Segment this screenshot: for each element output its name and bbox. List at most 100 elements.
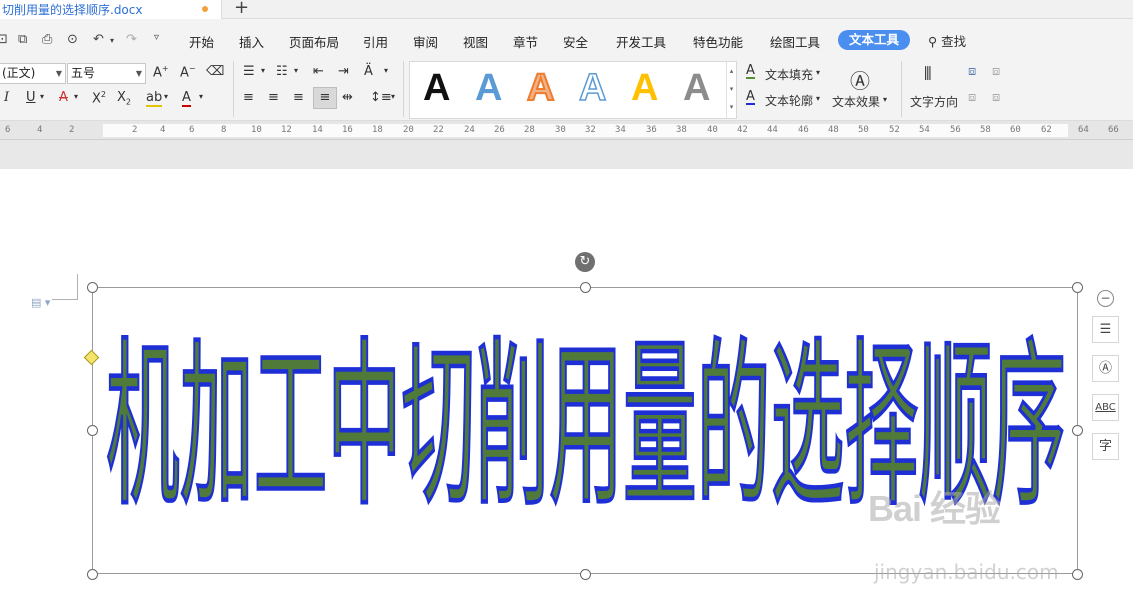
clear-format-icon[interactable]: ⌫ <box>206 64 224 79</box>
numbered-list-icon[interactable]: ☷ <box>276 64 288 79</box>
strikethrough-dropdown-icon[interactable]: ▾ <box>74 92 78 101</box>
text-style-gray[interactable]: A <box>683 67 710 110</box>
highlight-dropdown-icon[interactable]: ▾ <box>164 92 168 101</box>
text-direction-icon[interactable]: Ä <box>364 64 373 79</box>
collapse-tools-button[interactable]: − <box>1097 290 1114 307</box>
search-icon: ⚲ <box>928 34 942 49</box>
align-center-icon[interactable]: ≡ <box>268 90 279 105</box>
text-style-side-icon[interactable]: Ⓐ <box>1092 355 1119 382</box>
char-spacing-icon[interactable]: 字 <box>1092 433 1119 460</box>
undo-icon[interactable]: ↶ <box>93 32 104 47</box>
separator <box>233 61 234 117</box>
line-spacing-dropdown-icon[interactable]: ▾ <box>391 92 395 101</box>
decrease-indent-icon[interactable]: ⇤ <box>313 64 324 79</box>
subscript-icon[interactable]: X2 <box>117 90 131 107</box>
text-fill-button[interactable]: 文本填充 <box>765 66 813 83</box>
menu-insert[interactable]: 插入 <box>239 32 264 51</box>
font-color-dropdown-icon[interactable]: ▾ <box>199 92 203 101</box>
resize-handle-bottom[interactable] <box>580 569 591 580</box>
strikethrough-icon[interactable]: A <box>59 90 68 105</box>
font-family-select[interactable]: (正文) ▼ <box>0 63 66 84</box>
horizontal-ruler[interactable]: 6 4 2 2 4 6 8 10 12 14 16 18 20 22 24 26… <box>0 121 1133 140</box>
menu-row: ⊡ ⧉ ⎙ ⊙ ↶ ▾ ↷ ▿ 开始 插入 页面布局 引用 审阅 视图 章节 安… <box>0 19 1133 59</box>
menu-features[interactable]: 特色功能 <box>693 32 743 51</box>
superscript-icon[interactable]: X2 <box>92 90 106 106</box>
grow-font-icon[interactable]: A+ <box>153 64 169 80</box>
menu-drawing-tools[interactable]: 绘图工具 <box>770 32 820 51</box>
preview-icon[interactable]: ⊙ <box>67 32 78 47</box>
text-fill-dropdown-icon[interactable]: ▾ <box>816 68 820 77</box>
prev-textbox-icon[interactable]: ⧈ <box>968 90 976 105</box>
menu-review[interactable]: 审阅 <box>413 32 438 51</box>
text-direction-vertical-icon[interactable]: ⫴ <box>924 64 932 85</box>
ruler-tick: 58 <box>980 125 991 135</box>
redo-icon[interactable]: ↷ <box>126 32 137 47</box>
text-outline-button[interactable]: 文本轮廓 <box>765 92 813 109</box>
highlight-icon[interactable]: ab <box>146 90 163 107</box>
numbered-list-dropdown-icon[interactable]: ▾ <box>294 66 298 75</box>
text-fill-icon[interactable]: A <box>746 64 755 79</box>
text-effect-button[interactable]: 文本效果 <box>832 93 880 110</box>
menu-view[interactable]: 视图 <box>463 32 488 51</box>
text-style-orange-outline[interactable]: A <box>526 66 555 110</box>
bullet-list-icon[interactable]: ☰ <box>243 64 255 79</box>
resize-handle-top-right[interactable] <box>1072 282 1083 293</box>
align-justify-icon[interactable]: ≡ <box>313 87 337 109</box>
resize-handle-left[interactable] <box>87 425 98 436</box>
distribute-icon[interactable]: ⇹ <box>342 90 353 105</box>
undo-dropdown-icon[interactable]: ▾ <box>110 36 114 45</box>
bullet-list-dropdown-icon[interactable]: ▾ <box>261 66 265 75</box>
resize-handle-top[interactable] <box>580 282 591 293</box>
text-outline-dropdown-icon[interactable]: ▾ <box>816 94 820 103</box>
menu-text-tools[interactable]: 文本工具 <box>838 30 910 50</box>
resize-handle-right[interactable] <box>1072 425 1083 436</box>
underline-icon[interactable]: U <box>26 90 36 105</box>
resize-handle-bottom-left[interactable] <box>87 569 98 580</box>
menu-page-layout[interactable]: 页面布局 <box>289 32 339 51</box>
menu-references[interactable]: 引用 <box>363 32 388 51</box>
menu-security[interactable]: 安全 <box>563 32 588 51</box>
spell-check-icon[interactable]: ABC <box>1092 394 1119 421</box>
shrink-font-icon[interactable]: A− <box>180 64 196 80</box>
font-size-select[interactable]: 五号 ▼ <box>67 63 146 84</box>
text-direction-button[interactable]: 文字方向 <box>910 93 958 110</box>
align-right-icon[interactable]: ≡ <box>293 90 304 105</box>
ruler-tick: 4 <box>37 125 43 135</box>
ruler-tick: 18 <box>372 125 383 135</box>
resize-handle-top-left[interactable] <box>87 282 98 293</box>
resize-handle-bottom-right[interactable] <box>1072 569 1083 580</box>
underline-dropdown-icon[interactable]: ▾ <box>40 92 44 101</box>
print-preview-icon[interactable]: ⧉ <box>18 32 27 47</box>
align-left-icon[interactable]: ≡ <box>243 90 254 105</box>
break-link-icon[interactable]: ⧈ <box>992 64 1000 79</box>
text-style-blue[interactable]: A <box>475 67 502 110</box>
print-icon[interactable]: ⎙ <box>42 32 52 47</box>
document-tab[interactable]: 切削用量的选择顺序.docx <box>0 0 222 19</box>
next-textbox-icon[interactable]: ⧈ <box>992 90 1000 105</box>
font-color-icon[interactable]: A <box>182 90 191 107</box>
text-style-black[interactable]: A <box>423 67 450 110</box>
text-direction-dropdown-icon[interactable]: ▾ <box>384 66 388 75</box>
link-textbox-icon[interactable]: ⧈ <box>968 64 976 79</box>
customize-toolbar-icon[interactable]: ▿ <box>154 32 159 43</box>
increase-indent-icon[interactable]: ⇥ <box>338 64 349 79</box>
line-spacing-icon[interactable]: ↕≡ <box>370 90 392 105</box>
ruler-tick: 46 <box>798 125 809 135</box>
text-style-gold[interactable]: A <box>631 67 658 110</box>
open-icon[interactable]: ⊡ <box>0 32 8 47</box>
menu-home[interactable]: 开始 <box>189 32 214 51</box>
italic-icon[interactable]: I <box>4 90 9 105</box>
search-button[interactable]: ⚲ 查找 <box>928 31 966 50</box>
gallery-scroll[interactable]: ▴ ▾ ▾ <box>726 62 736 118</box>
ruler-tick: 4 <box>160 125 166 135</box>
new-tab-button[interactable]: + <box>234 0 249 18</box>
layout-options-icon[interactable]: ☰ <box>1092 316 1119 343</box>
text-effect-dropdown-icon[interactable]: ▾ <box>883 95 887 104</box>
rotate-handle-icon[interactable]: ↻ <box>575 252 595 272</box>
paragraph-mark-icon[interactable]: ▤ ▾ <box>31 296 50 309</box>
text-style-blue-outline[interactable]: A <box>578 66 607 110</box>
menu-developer[interactable]: 开发工具 <box>616 32 666 51</box>
text-effect-icon[interactable]: Ⓐ <box>850 65 870 94</box>
text-outline-icon[interactable]: A <box>746 90 755 105</box>
menu-chapter[interactable]: 章节 <box>513 32 538 51</box>
